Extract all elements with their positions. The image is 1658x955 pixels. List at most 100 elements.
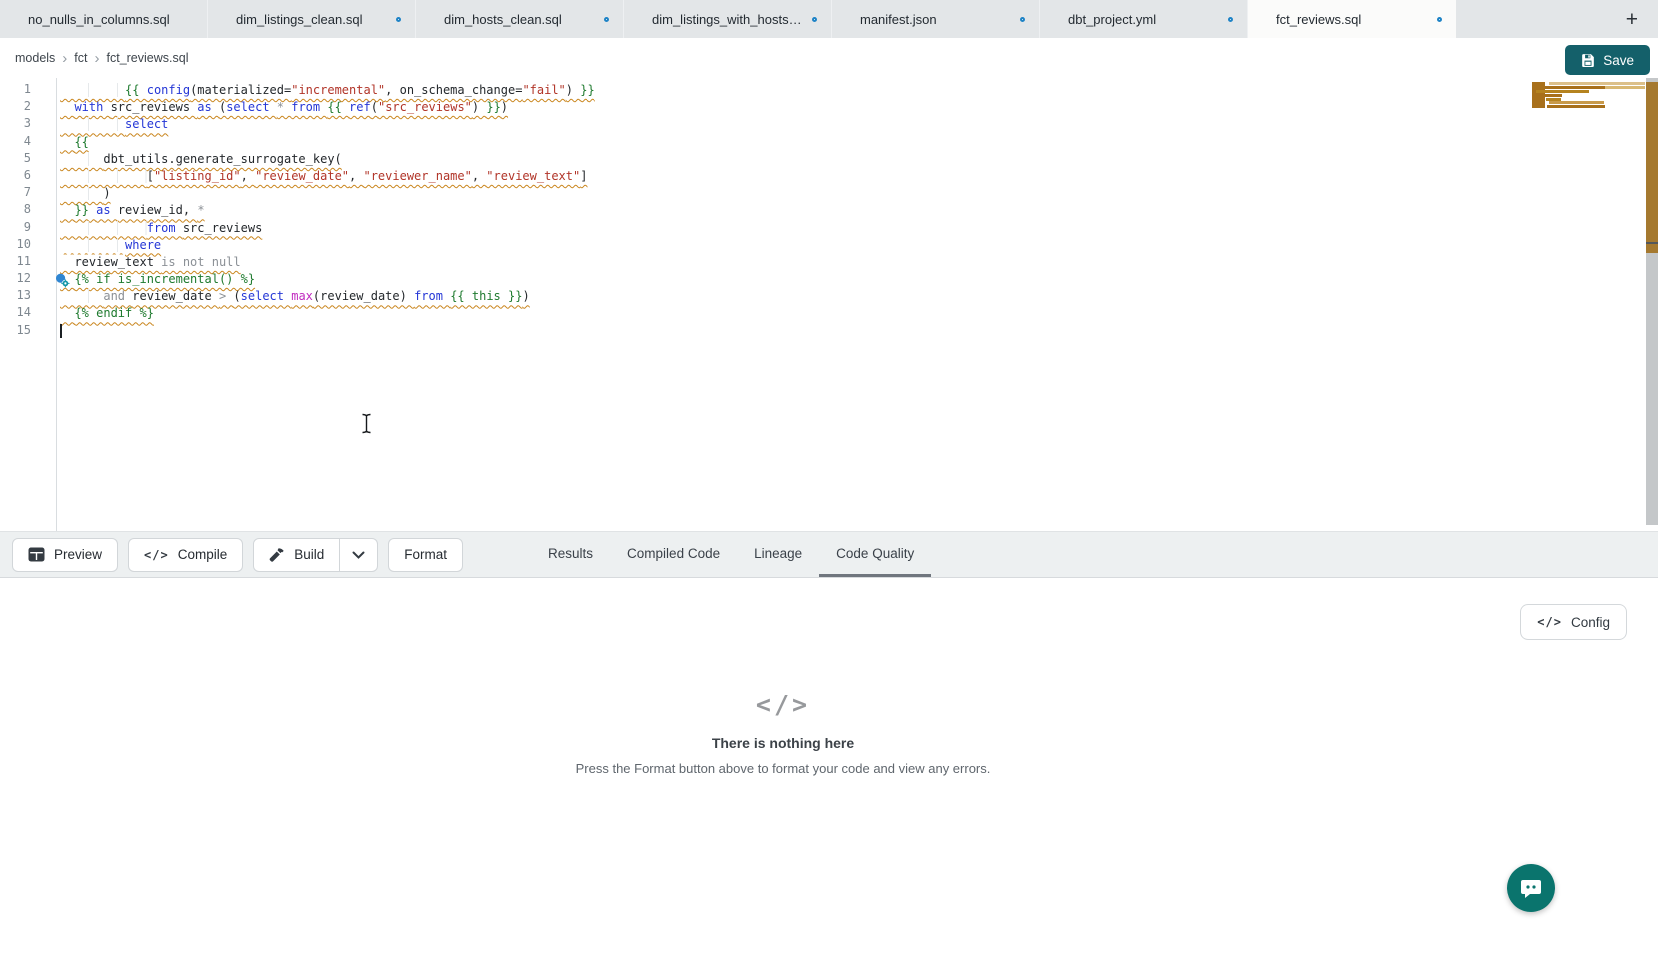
- code-line[interactable]: }} as review_id, *: [60, 202, 1658, 219]
- table-icon: [28, 547, 45, 562]
- code-token: {{: [74, 135, 88, 149]
- minimap-code-bar: [1605, 86, 1645, 89]
- file-tab-fct-reviews-sql[interactable]: fct_reviews.sql: [1248, 0, 1456, 38]
- code-token: dbt_utils.generate_surrogate_key(: [103, 152, 341, 166]
- file-tab-label: dim_hosts_clean.sql: [444, 12, 594, 27]
- build-button-label: Build: [294, 547, 324, 562]
- code-line-content: {{: [60, 135, 89, 149]
- code-token: ]: [580, 169, 587, 183]
- file-tab-label: dbt_project.yml: [1068, 12, 1218, 27]
- file-tab-dim-hosts-clean-sql[interactable]: dim_hosts_clean.sql: [416, 0, 624, 38]
- line-number: 3: [0, 116, 56, 133]
- code-line[interactable]: with src_reviews as (select * from {{ re…: [60, 99, 1658, 116]
- code-editor[interactable]: 123456789101112131415 {{ config(material…: [0, 78, 1658, 531]
- code-token: src_reviews: [111, 100, 198, 114]
- panel-tab-results[interactable]: Results: [531, 532, 610, 577]
- panel-tab-compiled-code[interactable]: Compiled Code: [610, 532, 737, 577]
- new-tab-button[interactable]: +: [1620, 7, 1644, 32]
- code-token: ,: [472, 169, 486, 183]
- code-token: from: [414, 289, 450, 303]
- code-line[interactable]: dbt_utils.generate_surrogate_key(: [60, 151, 1658, 168]
- code-token: ): [103, 186, 110, 200]
- code-area[interactable]: {{ config(materialized="incremental", on…: [57, 78, 1658, 531]
- code-token: {{: [327, 100, 349, 114]
- code-line-content: dbt_utils.generate_surrogate_key(: [60, 152, 342, 166]
- code-token: ref: [349, 100, 371, 114]
- indent-whitespace: [60, 83, 125, 97]
- breadcrumb-item-fct-reviews-sql[interactable]: fct_reviews.sql: [107, 51, 189, 65]
- code-token: "src_reviews": [378, 100, 472, 114]
- code-line[interactable]: from src_reviews: [60, 220, 1658, 237]
- file-tab-label: no_nulls_in_columns.sql: [28, 12, 193, 27]
- code-token: and: [103, 289, 132, 303]
- line-number: 14: [0, 305, 56, 322]
- code-token: config: [147, 83, 190, 97]
- code-line[interactable]: {% endif %}: [60, 305, 1658, 322]
- compile-button[interactable]: </>Compile: [128, 538, 243, 572]
- code-line[interactable]: ["listing_id", "review_date", "reviewer_…: [60, 168, 1658, 185]
- build-dropdown-button[interactable]: [339, 539, 377, 571]
- indent-whitespace: [60, 221, 147, 235]
- code-token: (: [371, 100, 378, 114]
- indent-whitespace: [60, 306, 74, 320]
- format-button-label: Format: [404, 547, 447, 562]
- code-line[interactable]: and review_date > (select max(review_dat…: [60, 288, 1658, 305]
- config-button[interactable]: </> Config: [1520, 604, 1627, 640]
- build-button[interactable]: Build: [254, 539, 339, 571]
- minimap-code-bar: [1536, 90, 1589, 93]
- indent-whitespace: [60, 186, 103, 200]
- indent-whitespace: [60, 238, 125, 252]
- hammer-icon: [269, 547, 285, 563]
- code-token: select: [241, 289, 292, 303]
- file-tab-manifest-json[interactable]: manifest.json: [832, 0, 1040, 38]
- file-tab-dbt-project-yml[interactable]: dbt_project.yml: [1040, 0, 1248, 38]
- code-line-content: from src_reviews: [60, 221, 262, 235]
- code-line[interactable]: review_text is not null: [60, 254, 1658, 271]
- panel-tab-code-quality[interactable]: Code Quality: [819, 532, 931, 577]
- code-token: (: [233, 289, 240, 303]
- indent-whitespace: [60, 169, 147, 183]
- format-button[interactable]: Format: [388, 538, 463, 572]
- code-token: {% endif %}: [74, 306, 153, 320]
- code-line-content: review_text is not null: [60, 255, 241, 269]
- breadcrumb-separator: ›: [95, 51, 100, 66]
- code-token: ): [522, 289, 529, 303]
- breadcrumb-item-models[interactable]: models: [15, 51, 55, 65]
- config-button-label: Config: [1571, 615, 1610, 630]
- minimap[interactable]: [1500, 78, 1646, 198]
- code-line[interactable]: select: [60, 116, 1658, 133]
- minimap-code-bar: [1543, 94, 1562, 97]
- indent-whitespace: [60, 255, 74, 269]
- preview-button[interactable]: Preview: [12, 538, 118, 572]
- code-quality-panel: </> Config </> There is nothing here Pre…: [0, 578, 1658, 955]
- code-token: *: [197, 203, 204, 217]
- editor-scrollbar[interactable]: [1646, 78, 1658, 525]
- save-button[interactable]: Save: [1565, 45, 1650, 75]
- code-token: ,: [349, 169, 363, 183]
- line-number: 13: [0, 288, 56, 305]
- code-line[interactable]: {{: [60, 134, 1658, 151]
- code-token: max: [291, 289, 313, 303]
- file-tab-dim-listings-clean-sql[interactable]: dim_listings_clean.sql: [208, 0, 416, 38]
- code-line[interactable]: where: [60, 237, 1658, 254]
- file-tab-label: manifest.json: [860, 12, 1010, 27]
- code-line[interactable]: {% if is_incremental() %}: [60, 271, 1658, 288]
- code-action-marker-icon[interactable]: [55, 273, 70, 293]
- panel-tab-lineage[interactable]: Lineage: [737, 532, 819, 577]
- breadcrumb-item-fct[interactable]: fct: [74, 51, 87, 65]
- unsaved-changes-dot: [1020, 17, 1025, 22]
- copilot-chat-button[interactable]: [1507, 864, 1555, 912]
- line-number: 11: [0, 254, 56, 271]
- empty-state: </> There is nothing here Press the Form…: [0, 690, 1566, 776]
- code-line[interactable]: ): [60, 185, 1658, 202]
- code-token: {{ this }}: [450, 289, 522, 303]
- indent-whitespace: [60, 117, 125, 131]
- chat-bubble-icon: [1519, 876, 1543, 900]
- file-tab-dim-listings-with-hosts-sql[interactable]: dim_listings_with_hosts.sql: [624, 0, 832, 38]
- unsaved-changes-dot: [396, 17, 401, 22]
- file-tab-no-nulls-in-columns-sql[interactable]: no_nulls_in_columns.sql: [0, 0, 208, 38]
- code-line[interactable]: {{ config(materialized="incremental", on…: [60, 82, 1658, 99]
- line-number: 1: [0, 82, 56, 99]
- breadcrumb-separator: ›: [62, 51, 67, 66]
- code-line[interactable]: [60, 323, 1658, 340]
